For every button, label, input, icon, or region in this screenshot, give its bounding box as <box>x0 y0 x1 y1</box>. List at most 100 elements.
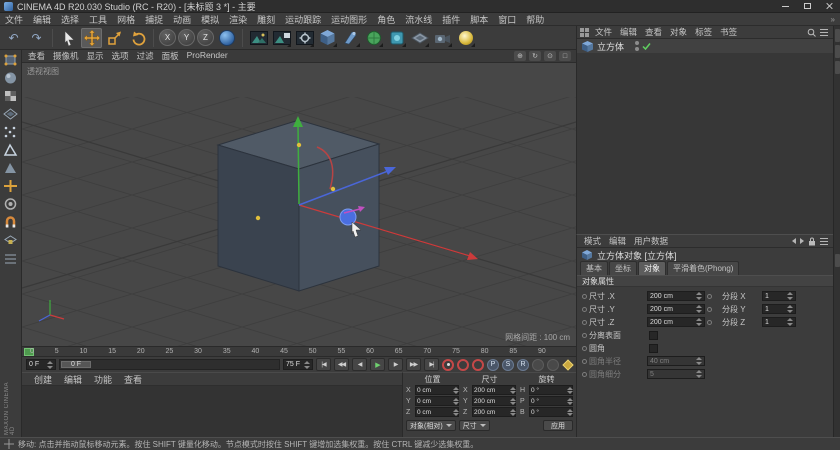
menubar-item[interactable]: 帮助 <box>521 13 549 26</box>
panel-menu-icon[interactable] <box>820 240 828 242</box>
coordinate-system-button[interactable] <box>216 28 237 48</box>
keyframe-dot-icon[interactable] <box>707 293 712 299</box>
layout-tab[interactable] <box>834 61 840 74</box>
stepper-icon[interactable] <box>787 292 793 300</box>
menubar-item[interactable]: 捕捉 <box>140 13 168 26</box>
keyframe-dot-icon[interactable] <box>582 306 587 312</box>
quantize-button[interactable] <box>2 251 19 265</box>
object-manager-menu-item[interactable]: 查看 <box>641 26 666 38</box>
menubar-item[interactable]: 文件 <box>0 13 28 26</box>
pan-view-icon[interactable]: ⊕ <box>514 51 526 61</box>
keyframe-dot-icon[interactable] <box>582 319 587 325</box>
object-manager-menu-item[interactable]: 标签 <box>691 26 716 38</box>
menu-overflow-icon[interactable]: » <box>831 15 840 24</box>
render-to-picture-viewer-button[interactable] <box>271 28 292 48</box>
subdivision-surface-button[interactable] <box>363 28 384 48</box>
rotation-input[interactable]: 0 ° <box>529 385 573 395</box>
live-selection-tool[interactable] <box>58 28 79 48</box>
viewport-solo-button[interactable] <box>2 197 19 211</box>
maximize-button[interactable] <box>796 0 818 12</box>
material-menu-item[interactable]: 编辑 <box>58 373 88 386</box>
rotation-input[interactable]: 0 ° <box>529 407 573 417</box>
material-menu-item[interactable]: 创建 <box>28 373 58 386</box>
keyframe-dot-icon[interactable] <box>707 306 712 312</box>
tab-coordinates[interactable]: 坐标 <box>609 261 637 275</box>
keyframe-selection-button[interactable] <box>472 358 484 371</box>
viewport-menu-item[interactable]: 选项 <box>108 50 133 62</box>
menubar-item[interactable]: 动画 <box>168 13 196 26</box>
timeline-slider-handle[interactable]: 0 F <box>61 361 91 368</box>
position-input[interactable]: 0 cm <box>415 385 459 395</box>
lock-icon[interactable] <box>808 237 816 246</box>
menubar-item[interactable]: 插件 <box>437 13 465 26</box>
menubar-item[interactable]: 选择 <box>56 13 84 26</box>
toggle-view-icon[interactable]: □ <box>559 51 571 61</box>
viewport-menu-item[interactable]: 面板 <box>158 50 183 62</box>
workplane-mode-button[interactable] <box>2 107 19 121</box>
material-menu-item[interactable]: 查看 <box>118 373 148 386</box>
timeline-slider[interactable]: 0 F <box>59 359 280 370</box>
orbit-view-icon[interactable]: ↻ <box>529 51 541 61</box>
rotate-tool[interactable] <box>127 28 148 48</box>
attribute-menu-item[interactable]: 用户数据 <box>630 235 672 247</box>
attribute-menu-item[interactable]: 模式 <box>580 235 605 247</box>
size-mode-select[interactable]: 尺寸 <box>458 420 490 431</box>
minimize-button[interactable] <box>774 0 796 12</box>
tab-phong[interactable]: 平滑着色(Phong) <box>667 261 740 275</box>
object-manager-menu-item[interactable]: 文件 <box>591 26 616 38</box>
tab-basic[interactable]: 基本 <box>580 261 608 275</box>
key-icon[interactable] <box>562 358 574 371</box>
menubar-item[interactable]: 网格 <box>112 13 140 26</box>
camera-button[interactable] <box>432 28 453 48</box>
menubar-item[interactable]: 运动图形 <box>326 13 372 26</box>
viewport-menu-item[interactable]: 查看 <box>24 50 49 62</box>
enable-axis-button[interactable] <box>2 179 19 193</box>
move-tool[interactable] <box>81 27 102 48</box>
size-input[interactable]: 200 cm <box>647 291 705 301</box>
goto-end-button[interactable]: ▶| <box>424 358 439 371</box>
segments-input[interactable]: 1 <box>762 304 796 314</box>
history-back-icon[interactable] <box>792 238 796 244</box>
apply-button[interactable]: 应用 <box>543 420 573 431</box>
undo-button[interactable]: ↶ <box>3 28 24 48</box>
tab-object[interactable]: 对象 <box>638 261 666 275</box>
stepper-icon[interactable] <box>453 408 459 416</box>
object-properties-section[interactable]: 对象属性 <box>577 275 833 287</box>
material-list[interactable] <box>22 386 402 437</box>
stepper-icon[interactable] <box>304 360 310 369</box>
object-row[interactable]: 立方体 <box>577 39 833 53</box>
size-input[interactable]: 200 cm <box>647 304 705 314</box>
viewport-canvas[interactable]: 透视视图 网格间距 : 100 cm <box>22 63 576 346</box>
cube-primitive-button[interactable] <box>317 28 338 48</box>
volume-builder-button[interactable] <box>386 28 407 48</box>
separate-surfaces-checkbox[interactable] <box>649 330 658 340</box>
size-input[interactable]: 200 cm <box>647 317 705 327</box>
search-icon[interactable] <box>807 28 816 37</box>
keyframe-position-toggle[interactable]: P <box>487 358 499 371</box>
stepper-icon[interactable] <box>510 397 516 405</box>
menubar-item[interactable]: 窗口 <box>493 13 521 26</box>
segments-input[interactable]: 1 <box>762 317 796 327</box>
history-forward-icon[interactable] <box>800 238 804 244</box>
stepper-icon[interactable] <box>453 386 459 394</box>
menubar-item[interactable]: 脚本 <box>465 13 493 26</box>
object-manager-menu-item[interactable]: 对象 <box>666 26 691 38</box>
size-input[interactable]: 200 cm <box>472 407 516 417</box>
filter-menu-icon[interactable] <box>820 31 828 33</box>
stepper-icon[interactable] <box>567 408 573 416</box>
current-frame-input[interactable]: 0 F <box>26 359 56 370</box>
render-settings-button[interactable] <box>294 28 315 48</box>
record-keyframe-button[interactable] <box>442 358 454 371</box>
stepper-icon[interactable] <box>567 386 573 394</box>
lock-z-axis-button[interactable]: Z <box>197 29 214 46</box>
stepper-icon[interactable] <box>567 397 573 405</box>
object-manager-menu-item[interactable]: 编辑 <box>616 26 641 38</box>
floor-environment-button[interactable] <box>409 28 430 48</box>
stepper-icon[interactable] <box>510 386 516 394</box>
render-view-button[interactable] <box>248 28 269 48</box>
viewport-menu-item[interactable]: 显示 <box>83 50 108 62</box>
render-visibility-dot[interactable] <box>635 47 640 51</box>
keyframe-dot-icon[interactable] <box>707 319 712 325</box>
play-button[interactable]: ▶ <box>370 358 385 371</box>
close-button[interactable] <box>818 0 840 12</box>
